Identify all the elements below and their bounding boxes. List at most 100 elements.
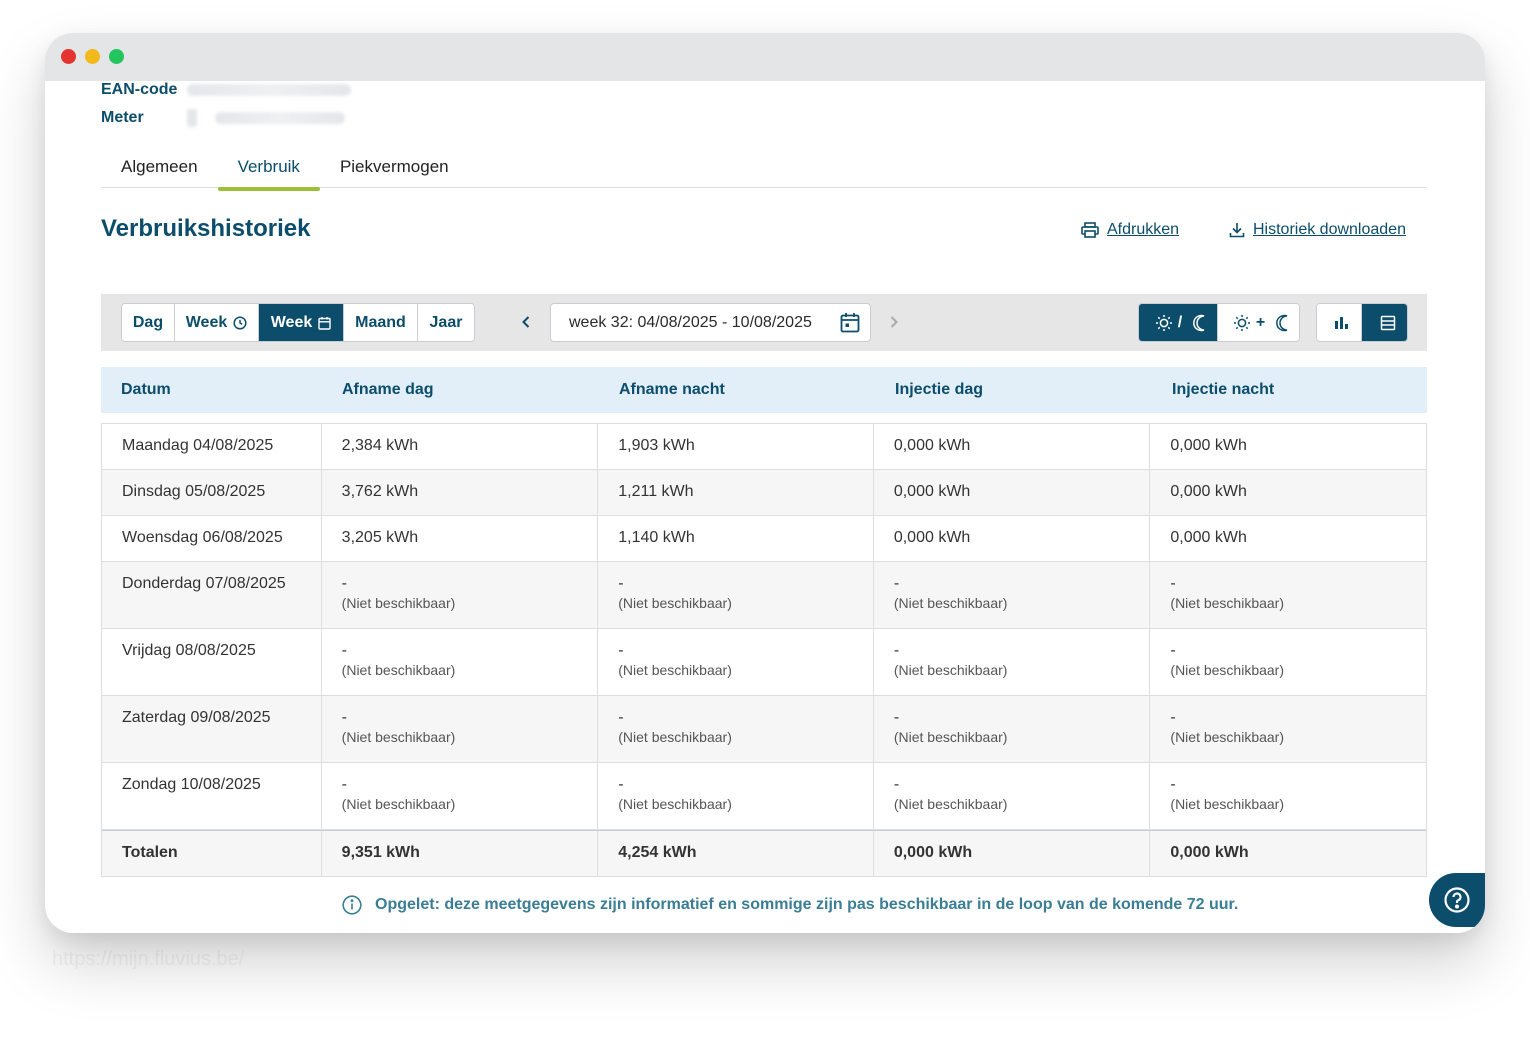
total-offtake-day: 9,351 kWh bbox=[322, 831, 599, 876]
moon-icon bbox=[1276, 314, 1288, 331]
calendar-icon bbox=[318, 316, 331, 330]
meter-label: Meter bbox=[101, 109, 144, 126]
consumption-table: Maandag 04/08/2025 2,384 kWh 1,903 kWh 0… bbox=[101, 423, 1427, 877]
cell-value: - bbox=[618, 709, 624, 726]
cell-injection-night: 0,000 kWh bbox=[1170, 437, 1247, 454]
row-date: Zondag 10/08/2025 bbox=[102, 763, 322, 829]
total-injection-day: 0,000 kWh bbox=[874, 831, 1151, 876]
cell-injection-day: 0,000 kWh bbox=[874, 470, 1151, 515]
period-year-button[interactable]: Jaar bbox=[418, 304, 474, 341]
period-month-button[interactable]: Maand bbox=[344, 304, 418, 341]
row-date: Donderdag 07/08/2025 bbox=[102, 562, 322, 628]
window-titlebar bbox=[45, 33, 1485, 81]
printer-icon bbox=[1081, 222, 1099, 238]
table-icon bbox=[1380, 315, 1395, 330]
total-offtake-night: 4,254 kWh bbox=[598, 831, 874, 876]
sun-icon bbox=[1155, 314, 1172, 331]
cell-value: - bbox=[1170, 642, 1176, 659]
totals-label: Totalen bbox=[102, 831, 322, 876]
cell-offtake-night: - (Niet beschikbaar) bbox=[598, 629, 874, 695]
cell-offtake-night: 1,903 kWh bbox=[598, 424, 874, 469]
cell-value: - bbox=[618, 776, 624, 793]
tab-piekvermogen[interactable]: Piekvermogen bbox=[320, 145, 469, 188]
previous-week-button[interactable] bbox=[516, 312, 536, 332]
table-view-button[interactable] bbox=[1362, 304, 1407, 341]
date-range-picker[interactable]: week 32: 04/08/2025 - 10/08/2025 bbox=[550, 303, 871, 342]
not-available-label: (Niet beschikbaar) bbox=[893, 796, 1008, 812]
cell-injection-night: - (Niet beschikbaar) bbox=[1150, 763, 1426, 829]
tab-verbruik[interactable]: Verbruik bbox=[217, 145, 321, 191]
cell-offtake-day: - (Niet beschikbaar) bbox=[322, 562, 599, 628]
table-row: Vrijdag 08/08/2025 - (Niet beschikbaar) -… bbox=[102, 629, 1426, 696]
cell-value: - bbox=[893, 709, 900, 726]
period-week-rolling-button[interactable]: Week bbox=[175, 304, 259, 341]
cell-offtake-day: - (Niet beschikbaar) bbox=[322, 629, 599, 695]
view-selector bbox=[1316, 303, 1408, 342]
cell-injection-night: - (Niet beschikbaar) bbox=[1150, 562, 1426, 628]
not-available-label: (Niet beschikbaar) bbox=[618, 595, 732, 611]
chart-view-button[interactable] bbox=[1317, 304, 1362, 341]
cell-injection-day: - (Niet beschikbaar) bbox=[874, 696, 1151, 762]
cell-injection-day: - (Niet beschikbaar) bbox=[874, 763, 1151, 829]
row-date: Maandag 04/08/2025 bbox=[102, 424, 322, 469]
period-day-button[interactable]: Dag bbox=[122, 304, 175, 341]
cell-offtake-night: - (Niet beschikbaar) bbox=[598, 696, 874, 762]
cell-injection-night: 0,000 kWh bbox=[1170, 483, 1247, 500]
tariff-sum-button[interactable]: + bbox=[1218, 304, 1299, 341]
not-available-label: (Niet beschikbaar) bbox=[341, 595, 456, 611]
cell-offtake-night: 1,140 kWh bbox=[598, 516, 874, 561]
chevron-right-icon bbox=[890, 316, 898, 328]
table-row: Woensdag 06/08/2025 3,205 kWh 1,140 kWh … bbox=[102, 516, 1426, 562]
help-button[interactable] bbox=[1429, 873, 1485, 927]
tab-algemeen[interactable]: Algemeen bbox=[101, 145, 218, 188]
download-history-link[interactable]: Historiek downloaden bbox=[1229, 221, 1406, 239]
period-week-calendar-button[interactable]: Week bbox=[259, 304, 344, 341]
not-available-label: (Niet beschikbaar) bbox=[618, 796, 732, 812]
tariff-split-button[interactable]: / bbox=[1139, 304, 1218, 341]
period-month-label: Maand bbox=[355, 313, 406, 331]
not-available-label: (Niet beschikbaar) bbox=[1170, 729, 1285, 745]
cell-value: - bbox=[341, 776, 347, 793]
not-available-label: (Niet beschikbaar) bbox=[1170, 595, 1285, 611]
cell-value: - bbox=[1170, 575, 1176, 592]
section-title: Verbruikshistoriek bbox=[101, 215, 311, 242]
table-header: Datum Afname dag Afname nacht Injectie d… bbox=[101, 367, 1427, 413]
date-range-text: week 32: 04/08/2025 - 10/08/2025 bbox=[569, 313, 812, 331]
calendar-icon bbox=[840, 313, 860, 333]
cell-value: - bbox=[341, 709, 347, 726]
not-available-label: (Niet beschikbaar) bbox=[893, 595, 1008, 611]
column-header-injection-day: Injectie dag bbox=[895, 381, 984, 398]
cell-offtake-night: - (Niet beschikbaar) bbox=[598, 562, 874, 628]
download-label: Historiek downloaden bbox=[1253, 221, 1406, 238]
row-date: Zaterdag 09/08/2025 bbox=[102, 696, 322, 762]
ean-row: EAN-code bbox=[101, 81, 351, 99]
not-available-label: (Niet beschikbaar) bbox=[618, 662, 732, 678]
row-date: Dinsdag 05/08/2025 bbox=[102, 470, 322, 515]
cell-value: - bbox=[893, 575, 900, 592]
cell-value: - bbox=[893, 776, 900, 793]
column-header-offtake-night: Afname nacht bbox=[619, 381, 725, 398]
print-link[interactable]: Afdrukken bbox=[1081, 221, 1179, 239]
period-day-label: Dag bbox=[132, 313, 164, 331]
cell-offtake-day: 3,205 kWh bbox=[322, 516, 599, 561]
table-row: Maandag 04/08/2025 2,384 kWh 1,903 kWh 0… bbox=[102, 424, 1426, 470]
help-icon bbox=[1444, 887, 1470, 913]
next-week-button[interactable] bbox=[884, 312, 904, 332]
row-date: Woensdag 06/08/2025 bbox=[102, 516, 322, 561]
not-available-label: (Niet beschikbaar) bbox=[1170, 662, 1285, 678]
meter-value-redacted bbox=[215, 112, 345, 124]
cell-value: - bbox=[341, 575, 347, 592]
minimize-window-button[interactable] bbox=[85, 49, 100, 64]
cell-injection-day: - (Niet beschikbaar) bbox=[874, 562, 1151, 628]
table-row: Donderdag 07/08/2025 - (Niet beschikbaar)… bbox=[102, 562, 1426, 629]
cell-injection-night: - (Niet beschikbaar) bbox=[1150, 696, 1426, 762]
cell-value: - bbox=[1170, 776, 1176, 793]
close-window-button[interactable] bbox=[61, 49, 76, 64]
maximize-window-button[interactable] bbox=[109, 49, 124, 64]
moon-icon bbox=[1193, 314, 1205, 331]
tariff-split-separator: / bbox=[1177, 313, 1183, 331]
ean-value-redacted bbox=[187, 84, 351, 96]
column-header-injection-night: Injectie nacht bbox=[1172, 381, 1275, 398]
chevron-left-icon bbox=[522, 316, 530, 328]
cell-offtake-night: - (Niet beschikbaar) bbox=[598, 763, 874, 829]
